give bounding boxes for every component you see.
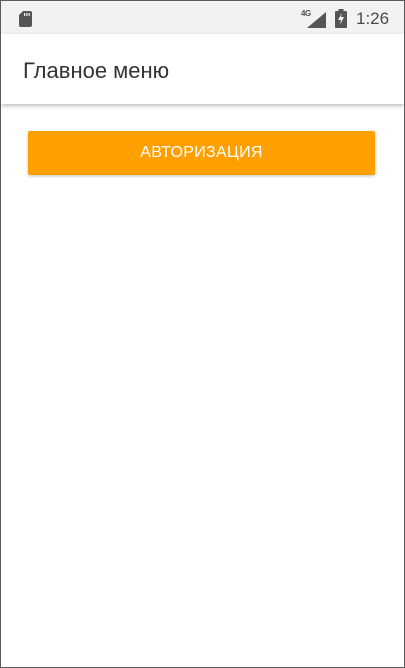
authorization-button[interactable]: АВТОРИЗАЦИЯ <box>28 131 375 175</box>
status-time: 1:26 <box>356 9 390 28</box>
page-title: Главное меню <box>23 58 170 83</box>
status-bar: 4G 1:26 <box>1 1 404 34</box>
app-bar: Главное меню <box>1 34 404 104</box>
network-indicator: 4G <box>301 9 327 29</box>
signal-icon <box>307 12 326 28</box>
main-content: АВТОРИЗАЦИЯ <box>1 106 404 667</box>
battery-charging-icon <box>335 9 347 28</box>
app-window: 4G 1:26 Главное меню АВТОРИЗАЦИЯ <box>0 0 405 668</box>
sd-card-icon <box>19 11 32 27</box>
